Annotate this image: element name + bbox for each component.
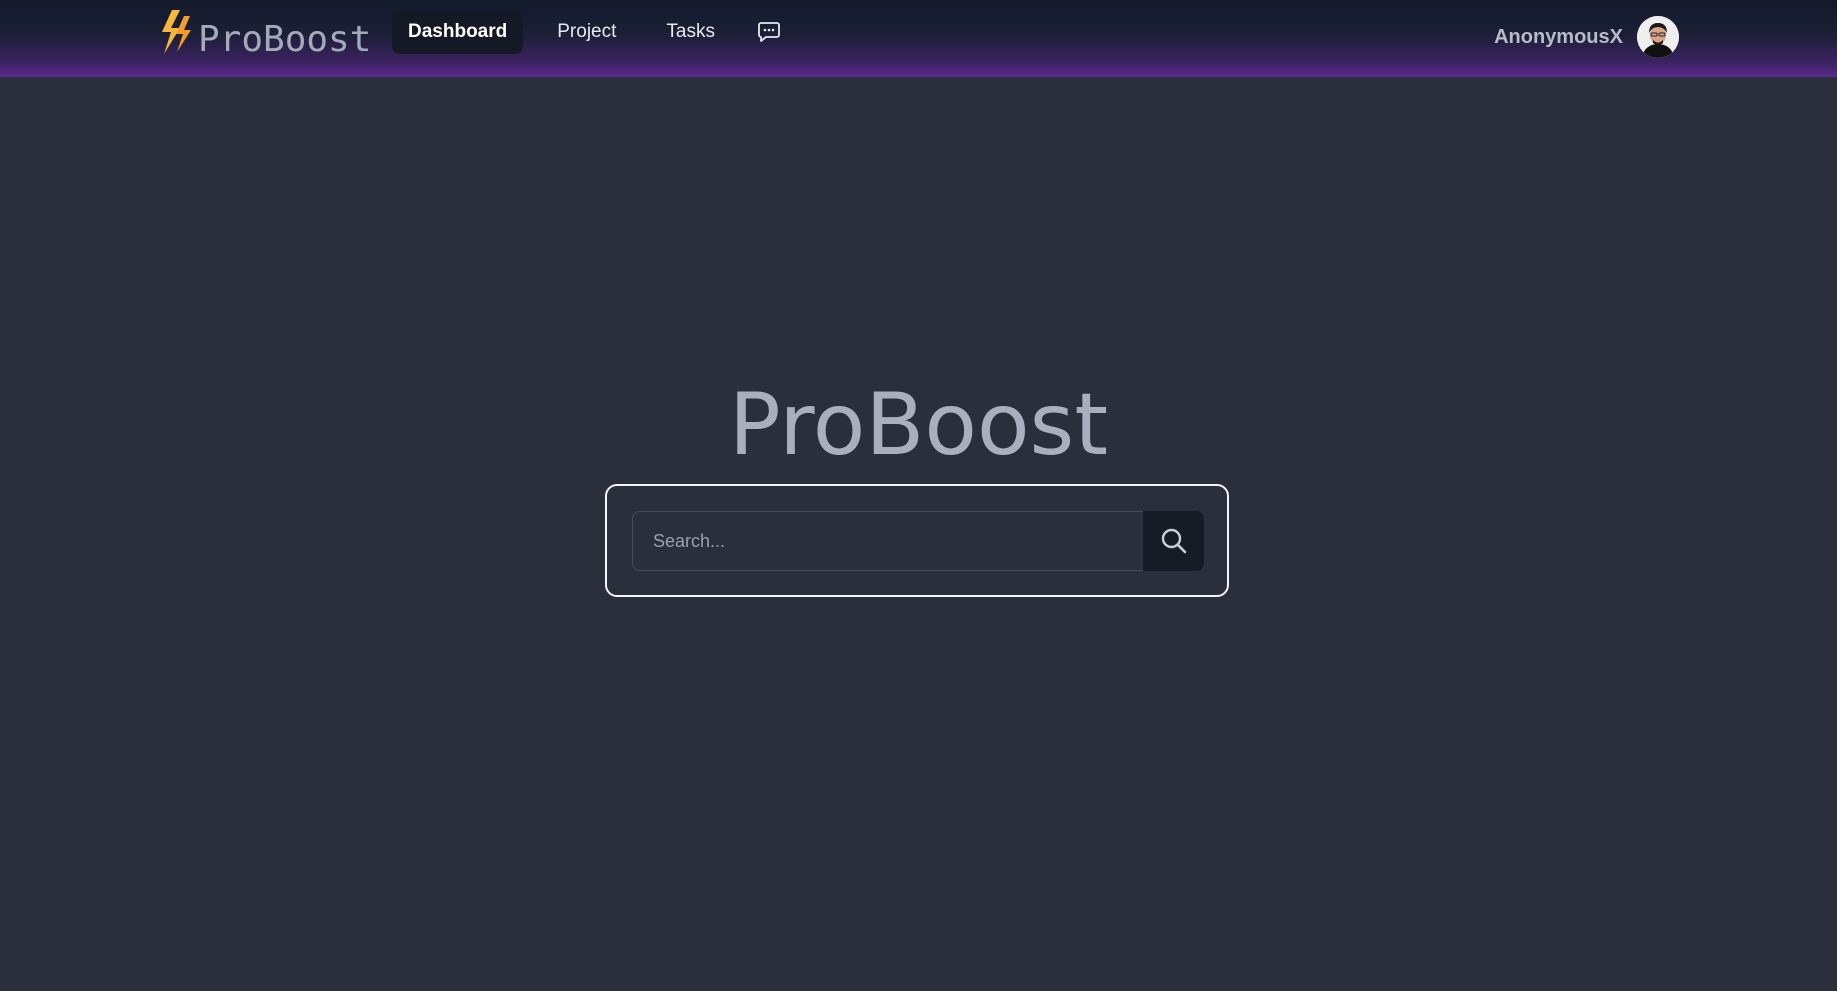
chat-bubble-icon [758, 22, 780, 42]
top-navbar: ProBoost Dashboard Project Tasks Anonymo… [0, 0, 1837, 77]
chat-button[interactable] [749, 10, 789, 54]
main-nav: Dashboard Project Tasks [392, 10, 789, 54]
username: AnonymousX [1494, 25, 1623, 48]
avatar-image-icon [1637, 16, 1679, 58]
nav-tasks[interactable]: Tasks [650, 10, 731, 54]
hero-title: ProBoost [728, 375, 1109, 475]
search-icon [1161, 528, 1186, 554]
lightning-bolt-icon [162, 10, 191, 54]
nav-project[interactable]: Project [541, 10, 632, 54]
user-menu[interactable]: AnonymousX [1494, 16, 1679, 58]
nav-dashboard[interactable]: Dashboard [392, 10, 524, 54]
search-input[interactable] [632, 511, 1143, 571]
user-avatar[interactable] [1637, 16, 1679, 58]
brand-logo-link[interactable]: ProBoost [158, 8, 372, 60]
search-card [605, 484, 1229, 597]
search-button[interactable] [1143, 511, 1204, 571]
brand-name: ProBoost [198, 18, 372, 60]
